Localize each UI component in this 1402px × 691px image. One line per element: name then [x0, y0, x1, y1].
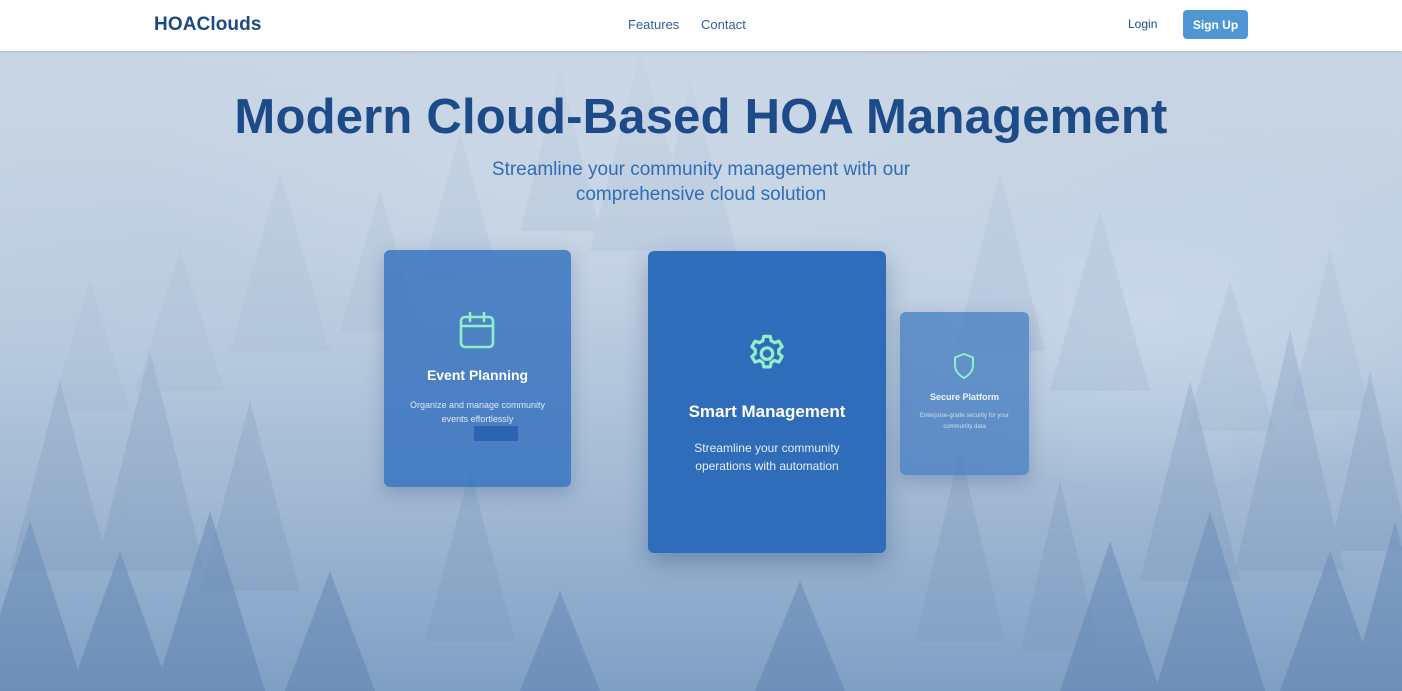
card-title: Event Planning: [426, 367, 529, 383]
feature-card-smart-management[interactable]: Smart Management Streamline your communi…: [648, 251, 886, 553]
login-link[interactable]: Login: [1128, 17, 1157, 31]
feature-card-secure-platform[interactable]: Secure Platform Enterprise-grade securit…: [900, 312, 1029, 475]
card-description: Streamline your community operations wit…: [694, 441, 840, 473]
card-title: Smart Management: [688, 402, 846, 421]
sign-up-button[interactable]: Sign Up: [1183, 10, 1248, 39]
card-bar: [474, 426, 518, 441]
hero-title: Modern Cloud-Based HOA Management: [234, 90, 1168, 144]
gear-icon: [750, 334, 784, 369]
hero-subtitle: Streamline your community management wit…: [491, 159, 911, 205]
brand-logo[interactable]: HOAClouds: [154, 14, 262, 36]
nav-link-features[interactable]: Features: [628, 17, 679, 32]
card-title: Secure Platform: [929, 392, 1000, 402]
calendar-icon: [459, 311, 495, 349]
card-description: Enterprise-grade security for your commu…: [919, 413, 1010, 430]
feature-card-event-planning[interactable]: Event Planning Organize and manage commu…: [384, 250, 571, 487]
card-description: Organize and manage community events eff…: [409, 400, 546, 424]
hero-section: Modern Cloud-Based HOA Management Stream…: [0, 51, 1402, 691]
shield-icon: [954, 353, 974, 379]
nav-link-contact[interactable]: Contact: [701, 17, 746, 32]
top-navbar: HOAClouds Features Contact Login Sign Up: [0, 0, 1402, 51]
